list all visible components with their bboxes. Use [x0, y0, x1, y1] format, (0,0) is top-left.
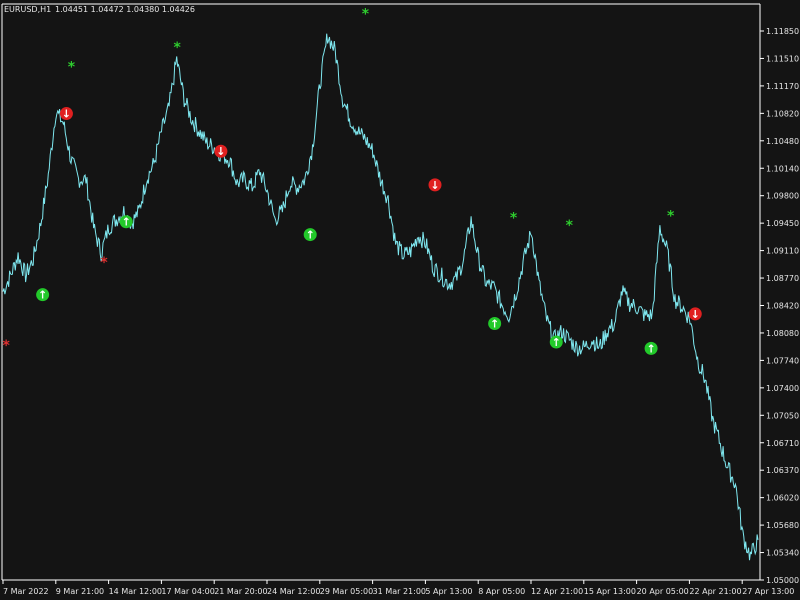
price-tick-label: 1.06020: [766, 494, 799, 503]
fractal-down-star-icon: *: [100, 255, 108, 271]
price-tick-label: 1.05680: [766, 521, 799, 530]
time-tick-label: 8 Apr 05:00: [478, 587, 525, 596]
price-tick-label: 1.07050: [766, 411, 799, 420]
price-tick-label: 1.11510: [766, 54, 799, 63]
time-tick-label: 24 Mar 12:00: [267, 587, 320, 596]
signal-arrow-glyph: ↑: [490, 318, 499, 331]
ohlc-quotes: 1.04451 1.04472 1.04380 1.04426: [55, 5, 195, 14]
price-tick-label: 1.07740: [766, 356, 799, 365]
price-tick-label: 1.07400: [766, 384, 799, 393]
time-tick-label: 14 Mar 12:00: [109, 587, 162, 596]
sell-arrow-icon: ↓: [428, 178, 442, 192]
price-chart[interactable]: EURUSD,H1 1.04451 1.04472 1.04380 1.0442…: [0, 0, 800, 600]
fractal-up-star-icon: *: [68, 59, 76, 75]
time-tick-label: 22 Apr 21:00: [689, 587, 741, 596]
price-tick-label: 1.09110: [766, 247, 799, 256]
price-tick-label: 1.08770: [766, 274, 799, 283]
fractal-up-star-icon: *: [667, 208, 675, 224]
signal-arrow-glyph: ↓: [216, 145, 225, 158]
price-axis: 1.11850 1.11510 1.11170 1.10820 1.10480 1.101…: [760, 27, 799, 585]
time-tick-label: 9 Mar 21:00: [56, 587, 104, 596]
time-tick-label: 20 Apr 05:00: [637, 587, 689, 596]
price-tick-label: 1.09450: [766, 219, 799, 228]
price-tick-label: 1.05340: [766, 549, 799, 558]
time-tick-label: 17 Mar 04:00: [161, 587, 214, 596]
sell-arrow-icon: ↓: [214, 144, 228, 158]
signal-arrow-glyph: ↓: [430, 179, 439, 192]
fractal-down-star-icon: *: [3, 338, 11, 354]
signal-arrow-glyph: ↓: [691, 308, 700, 321]
signal-arrow-glyph: ↑: [552, 336, 561, 349]
signal-arrow-glyph: ↑: [122, 216, 131, 229]
fractal-up-star-icon: *: [566, 218, 574, 234]
sell-arrow-icon: ↓: [688, 307, 702, 321]
price-tick-label: 1.10140: [766, 164, 799, 173]
buy-arrow-icon: ↑: [303, 228, 317, 242]
time-tick-label: 29 Mar 05:00: [320, 587, 373, 596]
symbol-label: EURUSD,H1: [4, 5, 51, 14]
buy-arrow-icon: ↑: [119, 215, 133, 229]
buy-arrow-icon: ↑: [36, 288, 50, 302]
price-tick-label: 1.11850: [766, 27, 799, 36]
buy-arrow-icon: ↑: [488, 317, 502, 331]
fractal-up-star-icon: *: [174, 40, 182, 56]
price-tick-label: 1.09800: [766, 192, 799, 201]
time-tick-label: 27 Apr 13:00: [742, 587, 794, 596]
time-tick-label: 15 Apr 13:00: [584, 587, 636, 596]
chart-header: EURUSD,H1 1.04451 1.04472 1.04380 1.0442…: [4, 5, 195, 14]
price-tick-label: 1.10480: [766, 137, 799, 146]
price-tick-label: 1.08420: [766, 302, 799, 311]
time-tick-label: 5 Apr 13:00: [425, 587, 472, 596]
signal-arrow-glyph: ↓: [62, 108, 71, 121]
time-tick-label: 12 Apr 21:00: [531, 587, 583, 596]
time-tick-label: 7 Mar 2022: [3, 587, 49, 596]
price-tick-label: 1.06370: [766, 466, 799, 475]
price-tick-label: 1.11170: [766, 82, 799, 91]
fractal-up-star-icon: *: [362, 6, 370, 22]
sell-arrow-icon: ↓: [59, 107, 73, 121]
signal-arrow-glyph: ↑: [646, 342, 655, 355]
signal-arrow-glyph: ↑: [306, 229, 315, 242]
price-tick-label: 1.06710: [766, 439, 799, 448]
time-tick-label: 21 Mar 20:00: [214, 587, 267, 596]
buy-arrow-icon: ↑: [644, 341, 658, 355]
price-tick-label: 1.08080: [766, 329, 799, 338]
buy-arrow-icon: ↑: [549, 335, 563, 349]
signal-arrow-glyph: ↑: [38, 289, 47, 302]
price-tick-label: 1.05000: [766, 576, 799, 585]
time-tick-label: 31 Mar 21:00: [373, 587, 426, 596]
price-tick-label: 1.10820: [766, 109, 799, 118]
fractal-up-star-icon: *: [510, 211, 518, 227]
